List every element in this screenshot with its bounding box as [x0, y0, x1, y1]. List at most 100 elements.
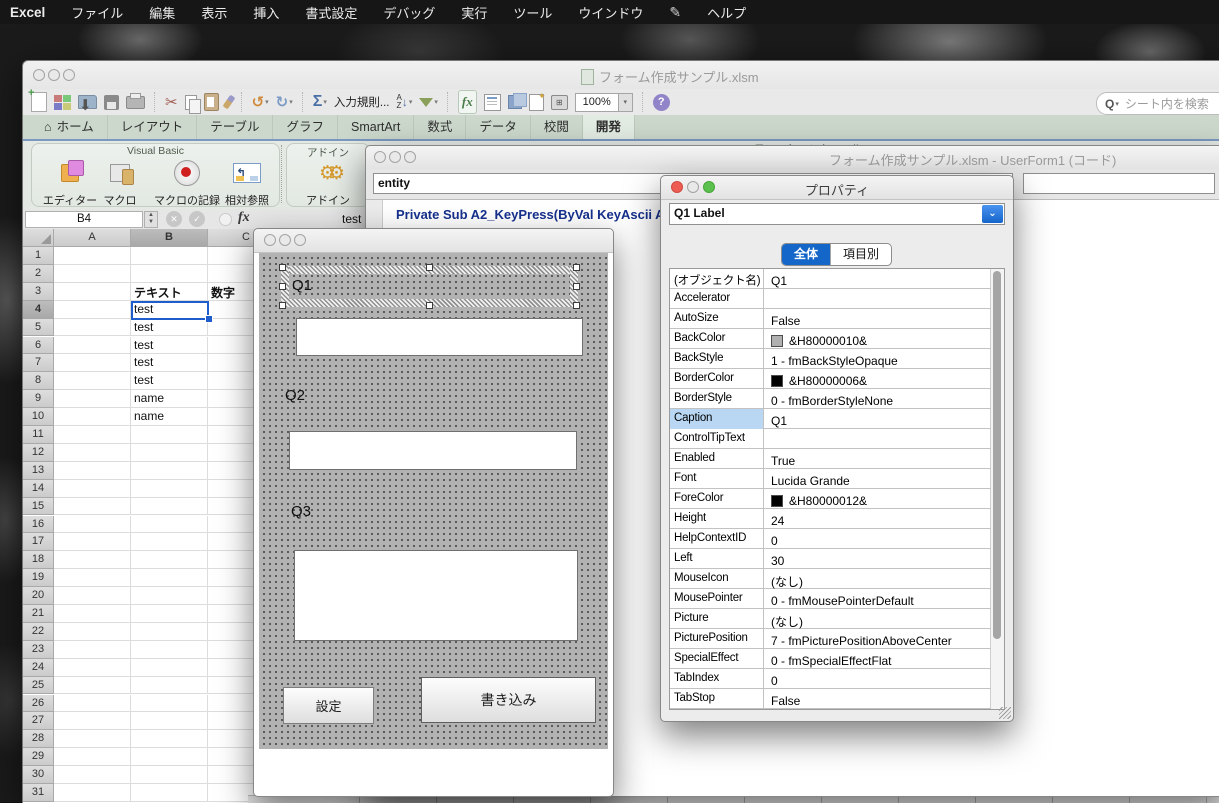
- menu-item-3[interactable]: 挿入: [253, 3, 279, 22]
- cut-icon[interactable]: ✂: [165, 91, 178, 113]
- property-row-BorderColor[interactable]: BorderColor&H80000006&: [670, 369, 991, 389]
- property-value[interactable]: 0: [765, 669, 991, 691]
- resize-handle[interactable]: [279, 283, 286, 290]
- tab-グラフ[interactable]: グラフ: [273, 115, 338, 139]
- property-row-MousePointer[interactable]: MousePointer0 - fmMousePointerDefault: [670, 589, 991, 609]
- property-value[interactable]: Lucida Grande: [765, 469, 991, 491]
- excel-titlebar[interactable]: フォーム作成サンプル.xlsm: [23, 61, 1219, 89]
- format-brush-icon[interactable]: [226, 91, 232, 113]
- macro-button[interactable]: マクロ: [92, 157, 148, 208]
- cell-B21[interactable]: [131, 605, 208, 623]
- property-row-Caption[interactable]: CaptionQ1: [670, 409, 991, 429]
- column-header-B[interactable]: B: [131, 229, 208, 247]
- menu-item-8[interactable]: ウインドウ: [578, 3, 643, 22]
- column-header-A[interactable]: A: [54, 229, 131, 247]
- settings-button[interactable]: 設定: [283, 687, 374, 724]
- cell-A25[interactable]: [54, 677, 131, 695]
- cell-B15[interactable]: [131, 498, 208, 516]
- property-row-HelpContextID[interactable]: HelpContextID0: [670, 529, 991, 549]
- report-icon[interactable]: [484, 91, 501, 113]
- cell-A14[interactable]: [54, 480, 131, 498]
- sort-icon[interactable]: AZ↓▾: [396, 91, 412, 113]
- print-icon[interactable]: [126, 91, 145, 113]
- property-value[interactable]: 7 - fmPicturePositionAboveCenter: [765, 629, 991, 651]
- property-row-BackStyle[interactable]: BackStyle1 - fmBackStyleOpaque: [670, 349, 991, 369]
- cell-B31[interactable]: [131, 784, 208, 802]
- cell-B26[interactable]: [131, 695, 208, 713]
- row-header-18[interactable]: 18: [23, 551, 54, 569]
- userform-canvas[interactable]: Q1 Q2 Q3 設定 書き込み: [259, 253, 608, 749]
- gallery-icon[interactable]: [54, 91, 71, 113]
- cell-A13[interactable]: [54, 462, 131, 480]
- property-value[interactable]: 0: [765, 529, 991, 551]
- property-value[interactable]: 30: [765, 549, 991, 571]
- row-header-6[interactable]: 6: [23, 337, 54, 355]
- calculator-icon[interactable]: ⊞: [551, 91, 568, 113]
- minimize-icon[interactable]: [48, 69, 60, 81]
- cell-B22[interactable]: [131, 623, 208, 641]
- property-row-Font[interactable]: FontLucida Grande: [670, 469, 991, 489]
- q1-textbox[interactable]: [296, 318, 583, 356]
- zoom-select[interactable]: 100%▾: [575, 91, 633, 113]
- menu-item-6[interactable]: 実行: [461, 3, 487, 22]
- cell-A21[interactable]: [54, 605, 131, 623]
- formula-value[interactable]: test: [342, 212, 361, 226]
- property-value[interactable]: &H80000006&: [765, 369, 991, 391]
- q2-label[interactable]: Q2: [285, 387, 305, 404]
- property-row-TabIndex[interactable]: TabIndex0: [670, 669, 991, 689]
- cell-B17[interactable]: [131, 533, 208, 551]
- property-value[interactable]: [765, 429, 991, 451]
- cell-B23[interactable]: [131, 641, 208, 659]
- close-icon[interactable]: [33, 69, 45, 81]
- cell-B10[interactable]: name: [131, 408, 208, 426]
- cell-A17[interactable]: [54, 533, 131, 551]
- sheet-corner-cell[interactable]: [23, 229, 54, 247]
- property-value[interactable]: Q1: [765, 269, 991, 291]
- close-icon[interactable]: [264, 234, 276, 246]
- zoom-window-icon[interactable]: [294, 234, 306, 246]
- property-value[interactable]: (なし): [765, 569, 991, 591]
- property-row-TabStop[interactable]: TabStopFalse: [670, 689, 991, 709]
- cell-A16[interactable]: [54, 516, 131, 534]
- help-icon[interactable]: ?: [653, 91, 670, 113]
- zoom-window-icon[interactable]: [63, 69, 75, 81]
- resize-handle[interactable]: [279, 264, 286, 271]
- zoom-window-icon[interactable]: [404, 151, 416, 163]
- redo-icon[interactable]: ↻▾: [276, 91, 293, 113]
- name-box[interactable]: B4: [25, 211, 143, 228]
- name-box-stepper[interactable]: ▲▼: [144, 211, 158, 228]
- row-header-5[interactable]: 5: [23, 319, 54, 337]
- property-value[interactable]: [765, 289, 991, 311]
- selected-cell-outline[interactable]: [131, 301, 209, 320]
- procedure-dropdown[interactable]: [1023, 173, 1215, 194]
- cell-B20[interactable]: [131, 587, 208, 605]
- cell-A31[interactable]: [54, 784, 131, 802]
- cell-A26[interactable]: [54, 695, 131, 713]
- menu-item-4[interactable]: 書式設定: [305, 3, 357, 22]
- property-value[interactable]: 0 - fmBorderStyleNone: [765, 389, 991, 411]
- property-row-Height[interactable]: Height24: [670, 509, 991, 529]
- cell-A10[interactable]: [54, 408, 131, 426]
- property-value[interactable]: &H80000012&: [765, 489, 991, 511]
- row-header-15[interactable]: 15: [23, 498, 54, 516]
- cancel-entry-icon[interactable]: ✕: [166, 211, 182, 227]
- toolbox-icon[interactable]: ✦: [529, 91, 544, 113]
- fx-builder-icon[interactable]: fx: [458, 90, 477, 114]
- tab-SmartArt[interactable]: SmartArt: [338, 115, 414, 139]
- cell-B6[interactable]: test: [131, 337, 208, 355]
- property-value[interactable]: False: [765, 309, 991, 331]
- paste-icon[interactable]: [204, 91, 219, 113]
- cell-A27[interactable]: [54, 712, 131, 730]
- property-row-Enabled[interactable]: EnabledTrue: [670, 449, 991, 469]
- cell-A18[interactable]: [54, 551, 131, 569]
- menu-item-1[interactable]: 編集: [149, 3, 175, 22]
- row-header-26[interactable]: 26: [23, 695, 54, 713]
- cell-A24[interactable]: [54, 659, 131, 677]
- cell-A5[interactable]: [54, 319, 131, 337]
- row-header-27[interactable]: 27: [23, 712, 54, 730]
- property-row-BorderStyle[interactable]: BorderStyle0 - fmBorderStyleNone: [670, 389, 991, 409]
- cell-A8[interactable]: [54, 372, 131, 390]
- script-menu-icon[interactable]: ✎: [669, 4, 681, 21]
- menu-item-0[interactable]: ファイル: [71, 3, 123, 22]
- scrollbar-thumb[interactable]: [993, 271, 1001, 639]
